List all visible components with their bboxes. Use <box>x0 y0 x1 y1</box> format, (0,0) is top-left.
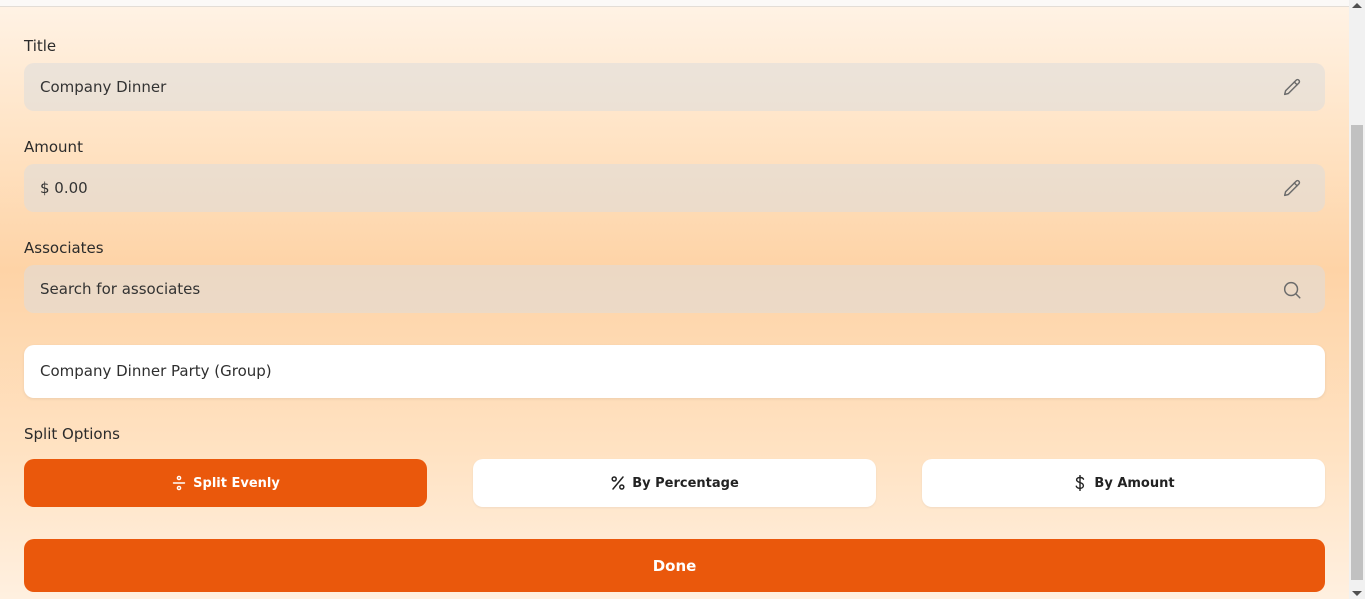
expense-form-page: Title Company Dinner Amount $ 0.00 Assoc… <box>0 0 1349 599</box>
pencil-icon[interactable] <box>1281 77 1303 99</box>
associates-search-input[interactable]: Search for associates <box>40 280 200 298</box>
dollar-icon <box>1076 475 1085 491</box>
vertical-scrollbar[interactable] <box>1349 0 1365 599</box>
amount-label: Amount <box>24 138 83 156</box>
title-field[interactable]: Company Dinner <box>24 63 1325 111</box>
by-amount-button[interactable]: By Amount <box>922 459 1325 507</box>
scroll-down-arrow-icon[interactable] <box>1352 591 1362 596</box>
pencil-icon[interactable] <box>1281 178 1303 200</box>
divide-icon <box>172 475 186 491</box>
scroll-up-arrow-icon[interactable] <box>1352 3 1362 8</box>
split-evenly-label: Split Evenly <box>193 475 280 491</box>
search-icon[interactable] <box>1281 279 1303 301</box>
amount-value: $ 0.00 <box>40 179 88 197</box>
associates-search-field[interactable]: Search for associates <box>24 265 1325 313</box>
split-evenly-button[interactable]: Split Evenly <box>24 459 427 507</box>
group-card[interactable]: Company Dinner Party (Group) <box>24 345 1325 398</box>
associates-label: Associates <box>24 239 104 257</box>
percent-icon <box>611 476 625 490</box>
done-button[interactable]: Done <box>24 539 1325 592</box>
top-divider <box>0 6 1349 7</box>
by-percentage-button[interactable]: By Percentage <box>473 459 876 507</box>
scrollbar-thumb[interactable] <box>1351 125 1363 580</box>
by-amount-label: By Amount <box>1094 475 1175 491</box>
title-label: Title <box>24 37 57 55</box>
by-percentage-label: By Percentage <box>632 475 739 491</box>
split-options-label: Split Options <box>24 425 120 443</box>
title-value: Company Dinner <box>40 78 167 96</box>
group-card-label: Company Dinner Party (Group) <box>40 362 272 380</box>
amount-field[interactable]: $ 0.00 <box>24 164 1325 212</box>
